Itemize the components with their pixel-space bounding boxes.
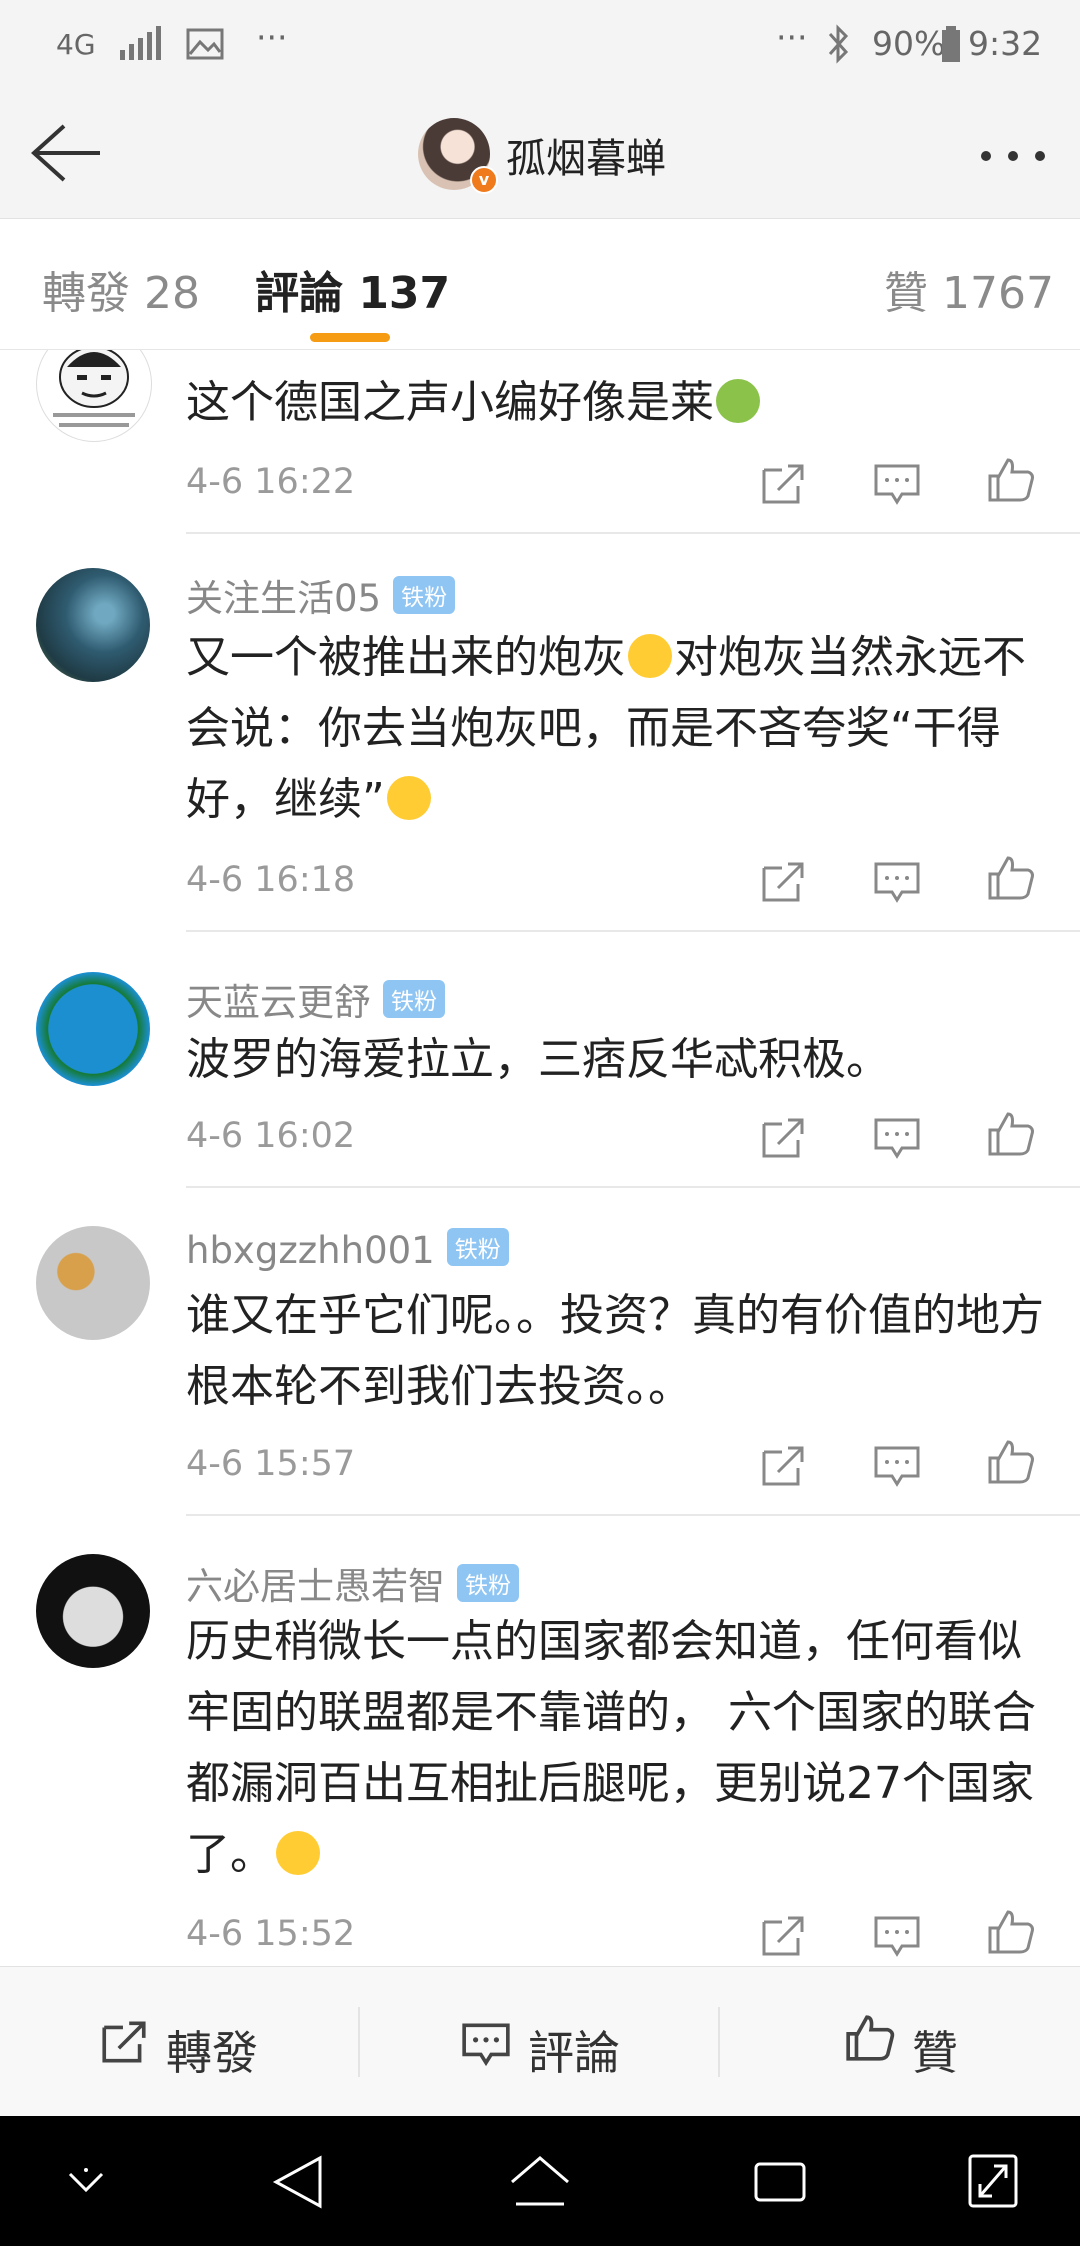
back-nav-icon[interactable]: [270, 2152, 326, 2212]
like-icon[interactable]: [986, 1110, 1036, 1158]
repost-label: 轉發: [166, 2026, 258, 2080]
list-item: hbxgzzhh001 铁粉 谁又在乎它们呢。。投资？真的有价值的地方根本轮不到我…: [0, 1188, 1080, 1516]
shush-emoji-icon: [386, 776, 431, 820]
avatar[interactable]: [36, 972, 150, 1086]
comment-username[interactable]: 六必居士愚若智 铁粉: [186, 1556, 519, 1610]
comment-time: 4-6 15:57: [186, 1444, 356, 1484]
comment-label: 評論: [528, 2026, 620, 2080]
like-button[interactable]: 贊: [720, 1967, 1080, 2117]
comment-icon[interactable]: [872, 858, 922, 906]
like-icon[interactable]: [986, 854, 1036, 902]
gallery-icon: [186, 28, 224, 60]
comment-time: 4-6 16:18: [186, 860, 356, 900]
comment-username[interactable]: 关注生活05 铁粉: [186, 568, 456, 622]
comment-text: 谁又在乎它们呢。。投资？真的有价值的地方根本轮不到我们去投资。。: [186, 1290, 1044, 1412]
hide-keyboard-icon[interactable]: [64, 2164, 108, 2200]
avatar[interactable]: [36, 350, 152, 442]
more-notifications: ···: [256, 18, 288, 57]
avatar[interactable]: [36, 568, 150, 682]
repost-icon: [102, 2021, 146, 2063]
repost-icon[interactable]: [758, 858, 808, 906]
comment-icon[interactable]: [872, 1114, 922, 1162]
fan-badge: 铁粉: [457, 1564, 519, 1602]
list-item: 这个德国之声小编好像是莱 4-6 16:22: [0, 350, 1080, 534]
avatar[interactable]: [36, 1226, 150, 1340]
repost-icon[interactable]: [758, 1114, 808, 1162]
fan-badge: 铁粉: [393, 576, 456, 614]
comment-time: 4-6 15:52: [186, 1914, 356, 1954]
battery-percent: 90%: [872, 24, 946, 63]
battery-icon: [942, 26, 960, 62]
system-nav-bar: [0, 2116, 1080, 2246]
clock: 9:32: [968, 24, 1043, 63]
recent-apps-icon[interactable]: [752, 2158, 808, 2206]
comment-icon[interactable]: [872, 1442, 922, 1490]
avatar[interactable]: [36, 1554, 150, 1668]
frog-emoji-icon: [716, 379, 760, 423]
signal-icon: [120, 26, 161, 60]
comment-icon[interactable]: [872, 460, 922, 508]
more-options-icon[interactable]: [978, 146, 1048, 166]
list-item: 关注生活05 铁粉 又一个被推出来的炮灰 对炮灰当然永远不会说：你去当炮灰吧，而是不…: [0, 534, 1080, 932]
list-item: 六必居士愚若智 铁粉 历史稍微长一点的国家都会知道，任何看似牢固的联盟都是不靠谱的…: [0, 1516, 1080, 1966]
tab-likes[interactable]: 贊 1767: [884, 257, 1054, 321]
page-title: 孤烟暮蝉: [506, 136, 666, 182]
tab-reposts[interactable]: 轉發 28: [42, 257, 200, 321]
shush-emoji-icon: [628, 634, 672, 678]
repost-icon[interactable]: [758, 1912, 808, 1960]
tab-bar: 轉發 28 評論 137 贊 1767: [0, 219, 1080, 350]
comment-icon: [462, 2023, 510, 2067]
fan-badge: 铁粉: [383, 980, 445, 1018]
comment-icon[interactable]: [872, 1912, 922, 1960]
home-nav-icon[interactable]: [508, 2152, 572, 2212]
bottom-action-bar: 轉發 評論 贊: [0, 1966, 1080, 2117]
bluetooth-icon: [828, 24, 849, 64]
comment-username[interactable]: 天蓝云更舒 铁粉: [186, 972, 445, 1026]
like-icon: [846, 2015, 895, 2061]
comment-time: 4-6 16:22: [186, 462, 356, 502]
comment-list[interactable]: 这个德国之声小编好像是莱 4-6 16:22 关注生活05 铁粉 又一个被推出来的…: [0, 350, 1080, 1966]
tab-comments[interactable]: 評論 137: [255, 257, 450, 321]
list-item: 天蓝云更舒 铁粉 波罗的海爱拉立，三痞反华忒积极。 4-6 16:02: [0, 932, 1080, 1188]
comment-time: 4-6 16:02: [186, 1116, 356, 1156]
status-bar: 4G ··· ··· 90% 9:32: [0, 0, 1080, 88]
back-arrow-icon[interactable]: [28, 118, 104, 188]
shrug-emoji-icon: [276, 1831, 320, 1875]
active-tab-indicator: [310, 333, 390, 342]
fan-badge: 铁粉: [446, 1228, 509, 1266]
like-icon[interactable]: [986, 456, 1036, 504]
repost-icon[interactable]: [758, 460, 808, 508]
more-status: ···: [776, 18, 808, 57]
comment-text: 这个德国之声小编好像是莱: [186, 367, 1046, 438]
nav-bar: v 孤烟暮蝉: [0, 88, 1080, 219]
comment-text: 历史稍微长一点的国家都会知道，任何看似牢固的联盟都是不靠谱的， 六个国家的联合都…: [186, 1616, 1036, 1880]
comment-username[interactable]: hbxgzzhh001 铁粉: [186, 1228, 509, 1272]
repost-icon[interactable]: [758, 1442, 808, 1490]
comment-button[interactable]: 評論: [360, 1967, 718, 2117]
repost-button[interactable]: 轉發: [0, 1967, 358, 2117]
like-icon[interactable]: [986, 1908, 1036, 1956]
verified-badge-icon: v: [470, 166, 498, 194]
expand-screen-icon[interactable]: [966, 2152, 1020, 2210]
like-icon[interactable]: [986, 1438, 1036, 1486]
comment-text: 又一个被推出来的炮灰 对炮灰当然永远不会说：你去当炮灰吧，而是不吝夸奖“干得好，继…: [186, 632, 1026, 825]
like-label: 贊: [912, 2026, 958, 2080]
meme-face-icon: [53, 350, 135, 427]
network-indicator: 4G: [56, 28, 96, 61]
comment-text: 波罗的海爱拉立，三痞反华忒积极。: [186, 1034, 890, 1085]
